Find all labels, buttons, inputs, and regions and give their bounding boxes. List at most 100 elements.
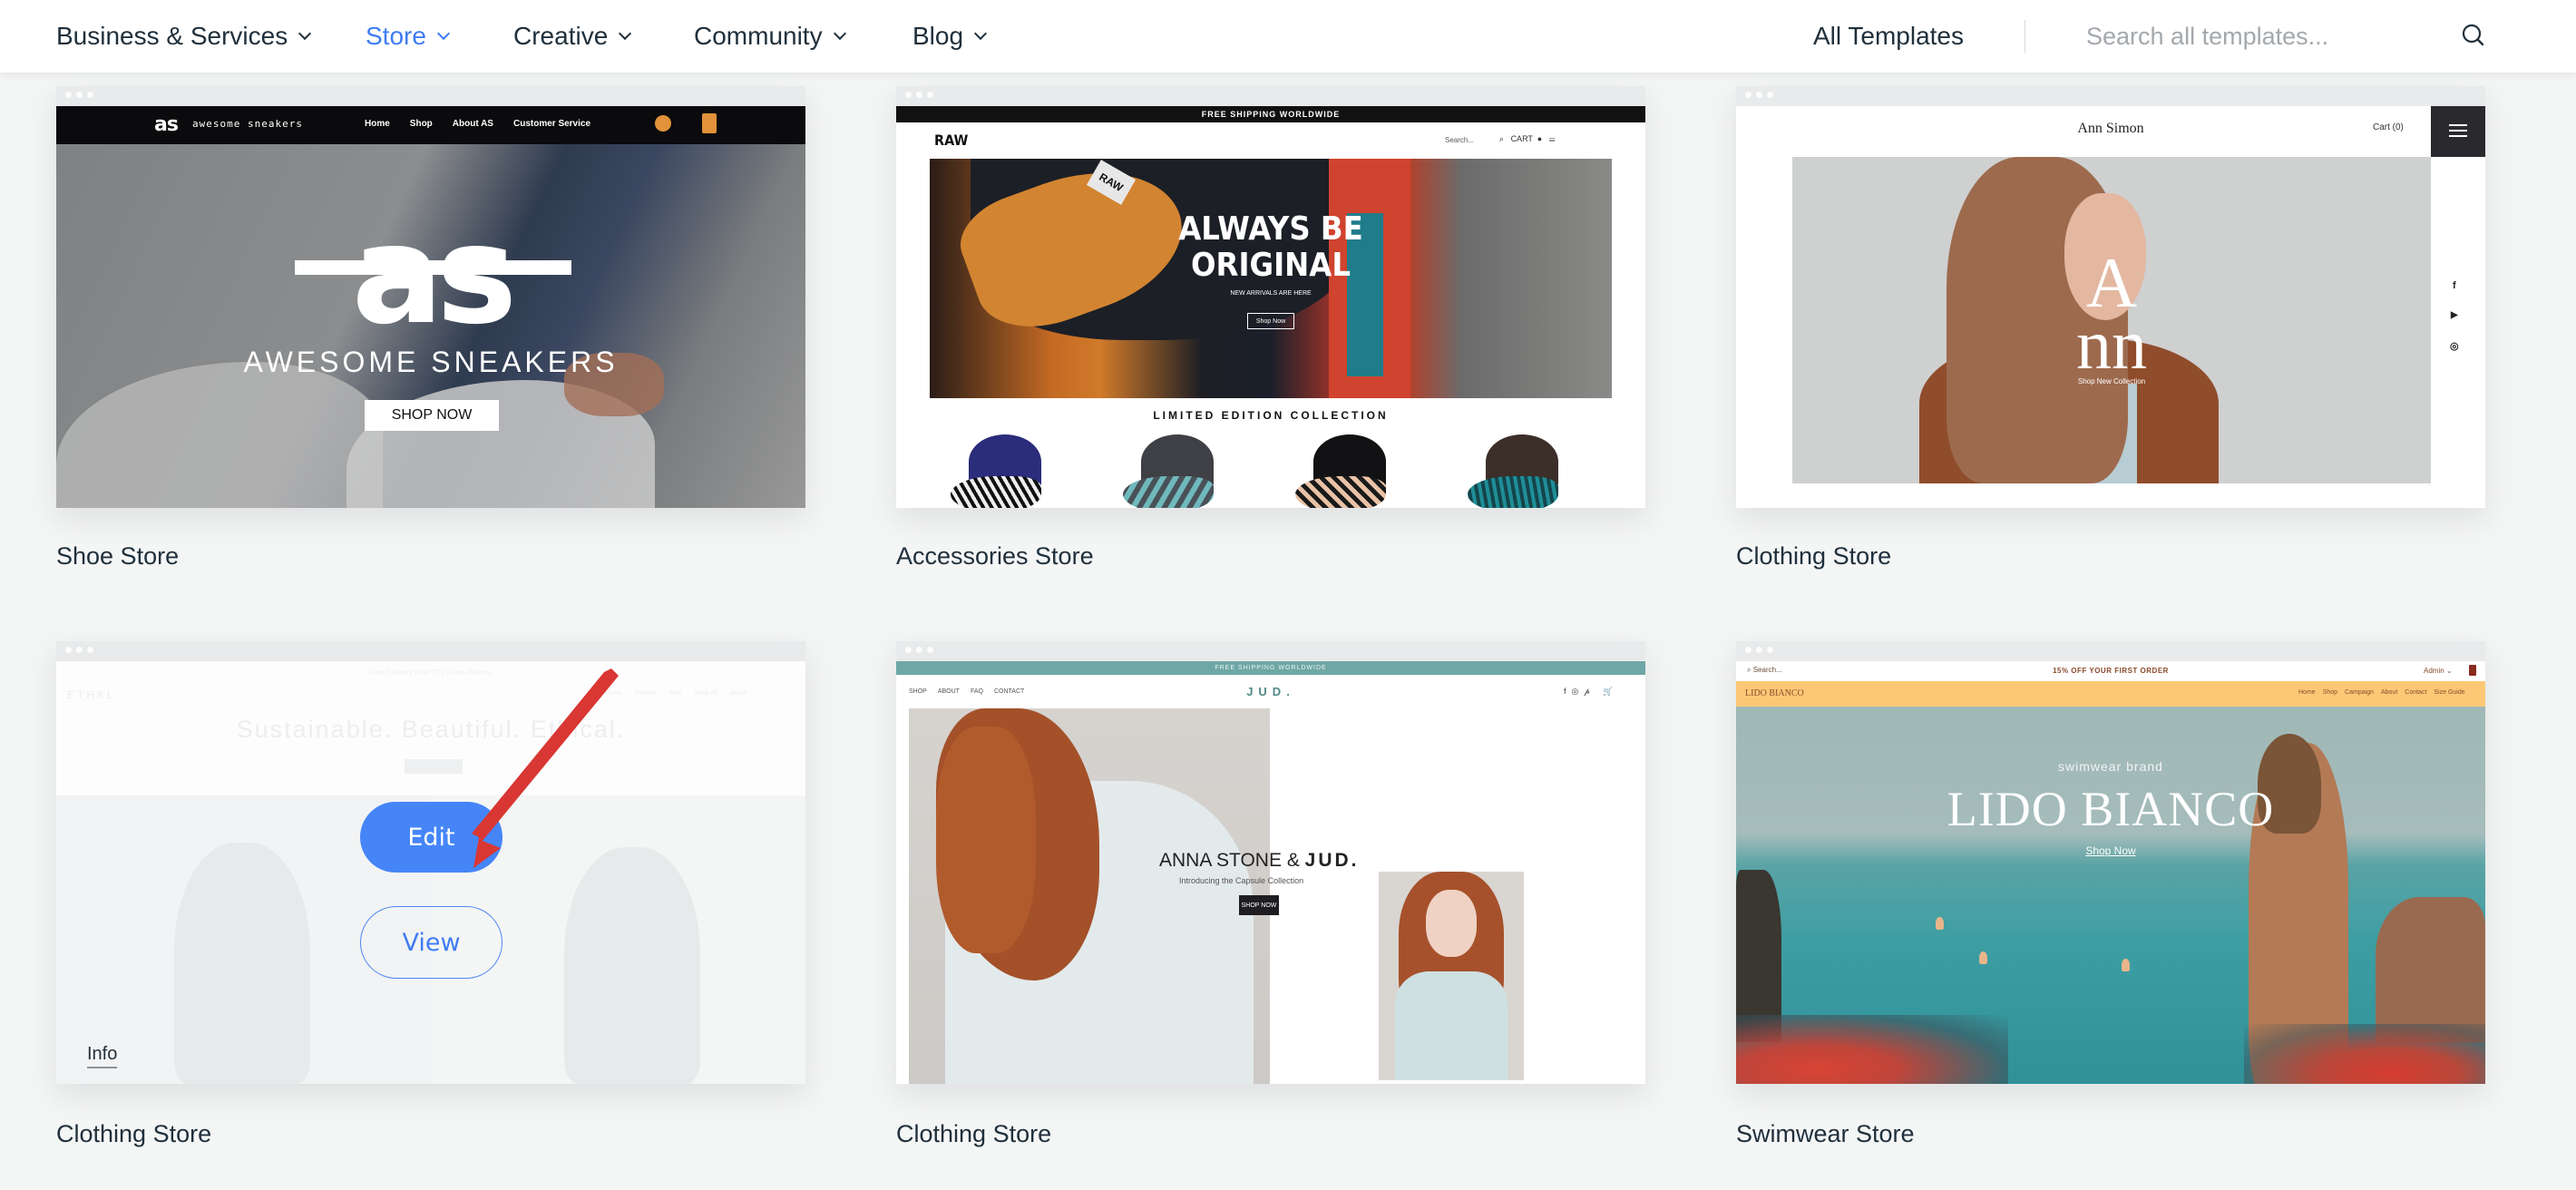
template-preview-frame[interactable]: Free Delivery Over $75 | Free Returns ET… bbox=[56, 641, 805, 1084]
template-preview-frame[interactable]: ⌕ Search... 15% OFF YOUR FIRST ORDER Adm… bbox=[1736, 641, 2485, 1084]
preview-hero-title: LIDO BIANCO bbox=[1947, 782, 2275, 836]
template-name[interactable]: Clothing Store bbox=[896, 1120, 1051, 1148]
logo-strike-bar bbox=[295, 260, 571, 275]
nav-business-services[interactable]: Business & Services bbox=[56, 0, 312, 73]
browser-bar bbox=[896, 86, 1645, 106]
preview-logo-text: awesome sneakers bbox=[192, 118, 303, 130]
template-preview-frame[interactable]: FREE SHIPPING WORLDWIDE SHOP ABOUT FAQ C… bbox=[896, 641, 1645, 1084]
preview-social-cart-icons: f◎𝓅 🛒 bbox=[1564, 687, 1619, 696]
preview-cart: ⌕ CART ● ☰ bbox=[1499, 134, 1555, 144]
preview-nav-links: Home Women Men Shop All About bbox=[605, 690, 746, 697]
headline-brand: JUD. bbox=[1304, 850, 1360, 871]
browser-bar bbox=[56, 86, 805, 106]
preview-site-nav: as awesome sneakers Home Shop About AS C… bbox=[56, 106, 805, 144]
template-preview-frame[interactable]: as awesome sneakers Home Shop About AS C… bbox=[56, 86, 805, 508]
buoy-shape bbox=[1936, 917, 1944, 930]
template-name[interactable]: Shoe Store bbox=[56, 542, 179, 571]
shirt-shape bbox=[1395, 971, 1508, 1080]
template-name[interactable]: Accessories Store bbox=[896, 542, 1094, 571]
nav-label: Community bbox=[694, 22, 823, 50]
preview-cta: Shop New Collection bbox=[2077, 377, 2146, 385]
window-dots-icon bbox=[905, 647, 933, 653]
preview-nav-link: Home bbox=[365, 119, 390, 129]
window-dots-icon bbox=[1745, 647, 1773, 653]
chevron-down-icon bbox=[973, 26, 988, 41]
preview-cart: Cart (0) bbox=[2373, 122, 2404, 132]
hero-title-line: ALWAYS BE bbox=[1178, 210, 1363, 248]
preview-announcement: Free Delivery Over $75 | Free Returns bbox=[369, 668, 493, 677]
face-shape bbox=[1426, 890, 1477, 957]
preview-cta: SHOP NOW bbox=[1239, 895, 1279, 915]
jud-preview: FREE SHIPPING WORLDWIDE SHOP ABOUT FAQ C… bbox=[896, 661, 1645, 1084]
shoe-store-preview: as awesome sneakers Home Shop About AS C… bbox=[56, 106, 805, 508]
cap-product bbox=[1468, 434, 1576, 508]
view-template-button[interactable]: View bbox=[360, 906, 503, 979]
sneaker-shape bbox=[56, 362, 383, 508]
cap-product bbox=[951, 434, 1059, 508]
headline-prefix: ANNA STONE & bbox=[1159, 850, 1305, 871]
preview-hero-image: A nn Shop New Collection bbox=[1792, 157, 2431, 483]
preview-nav-link: Shop bbox=[2322, 689, 2338, 696]
browser-bar bbox=[56, 641, 805, 661]
search-templates-input[interactable] bbox=[2086, 16, 2440, 56]
preview-cart-label: CART bbox=[1510, 134, 1533, 143]
preview-offer: 15% OFF YOUR FIRST ORDER bbox=[2053, 667, 2169, 675]
preview-secondary-image bbox=[1379, 872, 1524, 1080]
chevron-down-icon bbox=[436, 26, 451, 41]
buoy-shape bbox=[1979, 951, 1987, 964]
preview-nav-link: Customer Service bbox=[512, 119, 591, 129]
template-name[interactable]: Clothing Store bbox=[1736, 542, 1891, 571]
template-info-link[interactable]: Info bbox=[87, 1044, 118, 1068]
hamburger-menu-icon bbox=[2431, 106, 2485, 157]
preview-account: Admin ⌄ bbox=[2424, 667, 2453, 675]
hero-title-line: ORIGINAL bbox=[1191, 247, 1351, 284]
template-preview-frame[interactable]: Ann Simon Cart (0) A nn Shop New Collect… bbox=[1736, 86, 2485, 508]
preview-hero-title: AWESOME SNEAKERS bbox=[243, 346, 619, 378]
model-silhouette bbox=[174, 843, 310, 1084]
window-dots-icon bbox=[1745, 92, 1773, 98]
template-name[interactable]: Clothing Store bbox=[56, 1120, 211, 1148]
nav-creative[interactable]: Creative bbox=[513, 0, 632, 73]
preview-nav-link: Shop All bbox=[694, 690, 717, 697]
browser-bar bbox=[1736, 641, 2485, 661]
nav-label: Blog bbox=[912, 22, 964, 50]
youtube-icon: ▶ bbox=[2451, 310, 2458, 320]
preview-nav-link: About AS bbox=[452, 119, 493, 129]
window-dots-icon bbox=[905, 92, 933, 98]
preview-cta: Shop Now bbox=[1247, 313, 1294, 329]
preview-top-bar: ⌕ Search... 15% OFF YOUR FIRST ORDER Adm… bbox=[1736, 661, 2485, 681]
preview-cta: Shop Now bbox=[2085, 844, 2136, 857]
nav-community[interactable]: Community bbox=[694, 0, 846, 73]
nav-store[interactable]: Store bbox=[366, 0, 451, 73]
model-silhouette bbox=[564, 847, 700, 1084]
facebook-icon: f bbox=[2453, 280, 2456, 291]
preview-nav-link: About bbox=[2380, 689, 2398, 696]
lido-bianco-preview: ⌕ Search... 15% OFF YOUR FIRST ORDER Adm… bbox=[1736, 661, 2485, 1084]
nav-label: Business & Services bbox=[56, 22, 288, 50]
chevron-down-icon bbox=[833, 26, 846, 41]
ethkl-preview: Free Delivery Over $75 | Free Returns ET… bbox=[56, 661, 805, 1084]
edit-template-button[interactable]: Edit bbox=[360, 802, 503, 873]
template-preview-frame[interactable]: FREE SHIPPING WORLDWIDE RAW Search... ⌕ … bbox=[896, 86, 1645, 508]
buoy-shape bbox=[2122, 959, 2130, 971]
search-icon[interactable] bbox=[2460, 22, 2487, 49]
hair-shape bbox=[936, 727, 1036, 953]
preview-account-label: Admin bbox=[2424, 667, 2444, 675]
preview-headline: Sustainable. Beautiful. Ethical. bbox=[236, 716, 626, 743]
chevron-down-icon bbox=[298, 26, 312, 41]
preview-nav-link: Size Guide bbox=[2434, 689, 2465, 696]
preview-hero-image: RAW ALWAYS BE ORIGINAL NEW ARRIVALS ARE … bbox=[930, 143, 1612, 398]
user-avatar-icon bbox=[655, 115, 671, 132]
preview-search: Search... bbox=[1445, 136, 1475, 144]
preview-logo: ETHKL bbox=[67, 688, 116, 701]
preview-site-nav: LIDO BIANCO Home Shop Campaign About Con… bbox=[1736, 681, 2485, 707]
template-name[interactable]: Swimwear Store bbox=[1736, 1120, 1915, 1148]
nav-blog[interactable]: Blog bbox=[912, 0, 988, 73]
all-templates-link[interactable]: All Templates bbox=[1813, 0, 1964, 73]
menu-icon: ☰ bbox=[1547, 134, 1556, 143]
cap-product bbox=[1295, 434, 1404, 508]
preview-nav-link: Home bbox=[2298, 689, 2316, 696]
flowers-shape bbox=[2244, 1024, 2485, 1084]
chevron-down-icon bbox=[619, 26, 632, 41]
preview-hero-title: ALWAYS BE ORIGINAL bbox=[930, 211, 1612, 284]
